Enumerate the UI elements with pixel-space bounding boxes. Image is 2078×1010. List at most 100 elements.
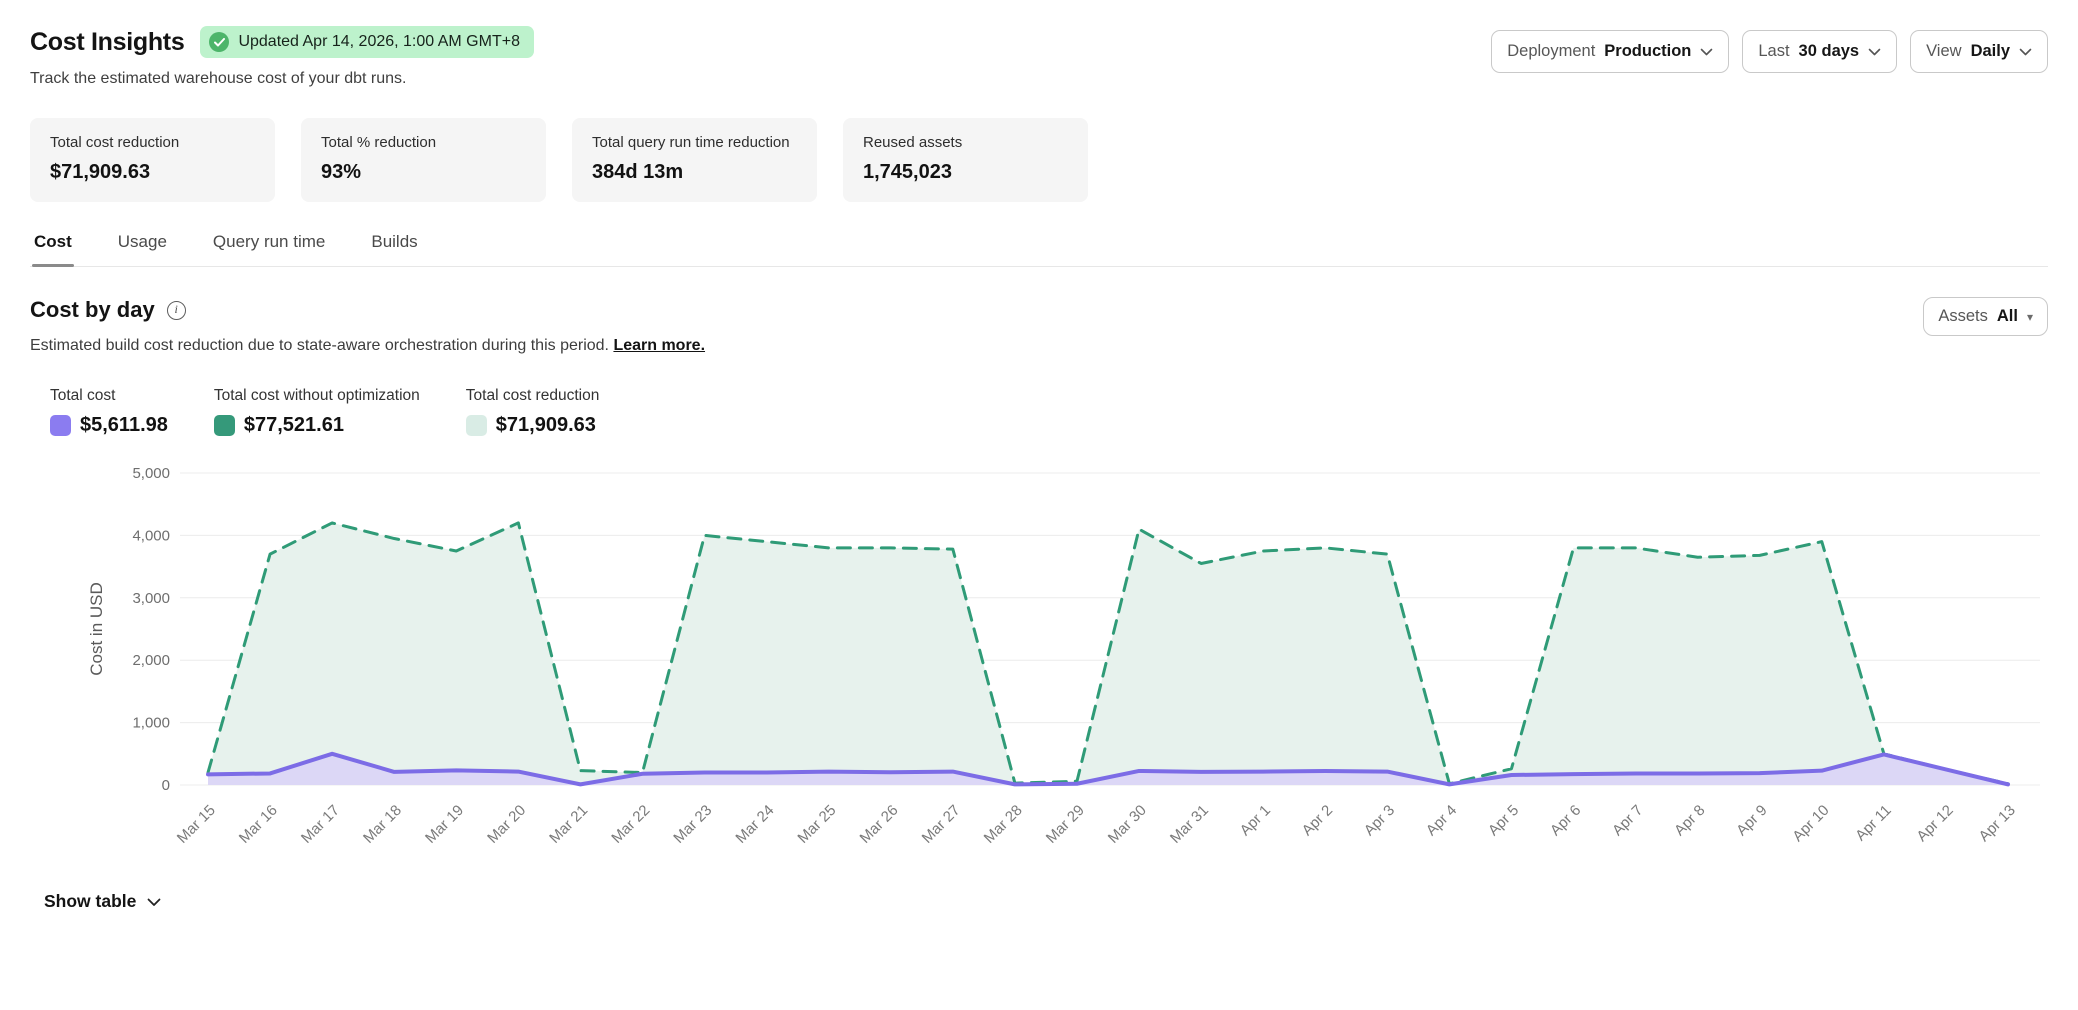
- card-value: 93%: [321, 161, 526, 184]
- svg-text:Apr 12: Apr 12: [1913, 802, 1956, 845]
- svg-text:4,000: 4,000: [132, 527, 170, 544]
- legend-item-cost-reduction: Total cost reduction $71,909.63: [466, 387, 600, 437]
- svg-text:Apr 1: Apr 1: [1237, 802, 1274, 839]
- card-label: Total cost reduction: [50, 134, 255, 151]
- filter-controls: Deployment Production Last 30 days View …: [1491, 26, 2048, 73]
- deployment-filter-label: Deployment: [1507, 42, 1595, 61]
- svg-text:Apr 6: Apr 6: [1547, 802, 1584, 839]
- svg-text:5,000: 5,000: [132, 465, 170, 482]
- cost-by-day-chart: 0 1,000 2,000 3,000 4,000 5,000 Cost in USD Mar…: [30, 453, 2048, 873]
- svg-text:Mar 27: Mar 27: [919, 802, 964, 847]
- svg-text:Mar 23: Mar 23: [670, 802, 715, 847]
- assets-filter-value: All: [1997, 307, 2018, 326]
- legend-value: $77,521.61: [244, 414, 344, 437]
- tab-bar: Cost Usage Query run time Builds: [30, 226, 2048, 267]
- svg-text:Mar 26: Mar 26: [857, 802, 902, 847]
- view-granularity-value: Daily: [1971, 42, 2010, 61]
- svg-text:2,000: 2,000: [132, 652, 170, 669]
- chevron-down-icon: [147, 891, 161, 912]
- show-table-label: Show table: [44, 891, 136, 912]
- svg-text:Mar 22: Mar 22: [608, 802, 653, 847]
- cost-by-day-section-header: Cost by day i Estimated build cost reduc…: [30, 297, 2048, 355]
- svg-text:Apr 5: Apr 5: [1485, 802, 1522, 839]
- updated-badge-text: Updated Apr 14, 2026, 1:00 AM GMT+8: [238, 33, 520, 51]
- legend-value: $5,611.98: [80, 414, 168, 437]
- summary-card-total-cost-reduction: Total cost reduction $71,909.63: [30, 118, 275, 202]
- svg-text:Apr 8: Apr 8: [1671, 802, 1708, 839]
- svg-text:Apr 13: Apr 13: [1976, 802, 2019, 845]
- header-left: Cost Insights Updated Apr 14, 2026, 1:00…: [30, 26, 534, 88]
- card-label: Total query run time reduction: [592, 134, 797, 151]
- assets-filter-label: Assets: [1938, 307, 1988, 326]
- svg-text:Mar 30: Mar 30: [1105, 802, 1150, 847]
- page-header: Cost Insights Updated Apr 14, 2026, 1:00…: [30, 26, 2048, 88]
- legend-item-without-optimization: Total cost without optimization $77,521.…: [214, 387, 420, 437]
- caret-down-icon: ▾: [2027, 311, 2033, 323]
- deployment-filter-dropdown[interactable]: Deployment Production: [1491, 30, 1729, 73]
- deployment-filter-value: Production: [1604, 42, 1691, 61]
- svg-text:Mar 19: Mar 19: [422, 802, 467, 847]
- svg-text:Apr 7: Apr 7: [1609, 802, 1646, 839]
- page-title: Cost Insights: [30, 28, 184, 57]
- section-description-text: Estimated build cost reduction due to st…: [30, 337, 609, 354]
- card-label: Total % reduction: [321, 134, 526, 151]
- card-value: $71,909.63: [50, 161, 255, 184]
- tab-builds[interactable]: Builds: [369, 226, 419, 266]
- card-label: Reused assets: [863, 134, 1068, 151]
- legend-item-total-cost: Total cost $5,611.98: [50, 387, 168, 437]
- cost-insights-page: Cost Insights Updated Apr 14, 2026, 1:00…: [0, 0, 2078, 932]
- assets-filter-dropdown[interactable]: Assets All ▾: [1923, 297, 2048, 336]
- svg-text:Apr 11: Apr 11: [1852, 802, 1894, 844]
- svg-text:Cost in USD: Cost in USD: [87, 582, 106, 676]
- chevron-down-icon: [1700, 48, 1713, 56]
- svg-text:Apr 2: Apr 2: [1299, 802, 1336, 839]
- svg-text:Mar 21: Mar 21: [546, 802, 591, 847]
- legend-swatch-cost-reduction: [466, 415, 487, 436]
- tab-usage[interactable]: Usage: [116, 226, 169, 266]
- svg-text:3,000: 3,000: [132, 590, 170, 607]
- svg-text:Mar 24: Mar 24: [732, 802, 777, 847]
- summary-card-reused-assets: Reused assets 1,745,023: [843, 118, 1088, 202]
- svg-text:Mar 15: Mar 15: [174, 802, 219, 847]
- section-description: Estimated build cost reduction due to st…: [30, 337, 705, 355]
- updated-badge: Updated Apr 14, 2026, 1:00 AM GMT+8: [200, 26, 534, 58]
- section-title: Cost by day: [30, 297, 155, 323]
- date-range-filter-value: 30 days: [1799, 42, 1860, 61]
- legend-label: Total cost reduction: [466, 387, 600, 405]
- learn-more-link[interactable]: Learn more.: [613, 337, 705, 354]
- card-value: 1,745,023: [863, 161, 1068, 184]
- svg-text:0: 0: [162, 777, 170, 794]
- date-range-filter-dropdown[interactable]: Last 30 days: [1742, 30, 1897, 73]
- show-table-button[interactable]: Show table: [44, 891, 161, 912]
- chart-legend: Total cost $5,611.98 Total cost without …: [30, 387, 2048, 437]
- svg-text:Mar 20: Mar 20: [484, 802, 529, 847]
- svg-text:Mar 16: Mar 16: [236, 802, 281, 847]
- tab-cost[interactable]: Cost: [32, 226, 74, 266]
- chevron-down-icon: [1868, 48, 1881, 56]
- legend-value: $71,909.63: [496, 414, 596, 437]
- legend-label: Total cost without optimization: [214, 387, 420, 405]
- svg-text:Apr 3: Apr 3: [1361, 802, 1398, 839]
- svg-text:Mar 31: Mar 31: [1167, 802, 1212, 847]
- summary-cards: Total cost reduction $71,909.63 Total % …: [30, 118, 2048, 202]
- legend-swatch-without-optimization: [214, 415, 235, 436]
- svg-text:Mar 18: Mar 18: [360, 802, 405, 847]
- legend-label: Total cost: [50, 387, 168, 405]
- date-range-filter-label: Last: [1758, 42, 1789, 61]
- summary-card-query-run-time-reduction: Total query run time reduction 384d 13m: [572, 118, 817, 202]
- check-icon: [209, 32, 229, 52]
- svg-text:Apr 9: Apr 9: [1733, 802, 1770, 839]
- svg-text:1,000: 1,000: [132, 715, 170, 732]
- svg-text:Mar 25: Mar 25: [794, 802, 839, 847]
- legend-swatch-total-cost: [50, 415, 71, 436]
- view-granularity-label: View: [1926, 42, 1961, 61]
- svg-text:Apr 4: Apr 4: [1423, 802, 1460, 839]
- summary-card-total-pct-reduction: Total % reduction 93%: [301, 118, 546, 202]
- info-icon[interactable]: i: [167, 301, 186, 320]
- view-granularity-dropdown[interactable]: View Daily: [1910, 30, 2048, 73]
- page-subtitle: Track the estimated warehouse cost of yo…: [30, 70, 534, 88]
- svg-text:Mar 17: Mar 17: [298, 802, 343, 847]
- cost-chart-svg: 0 1,000 2,000 3,000 4,000 5,000 Cost in USD Mar…: [30, 453, 2048, 873]
- tab-query-run-time[interactable]: Query run time: [211, 226, 327, 266]
- chevron-down-icon: [2019, 48, 2032, 56]
